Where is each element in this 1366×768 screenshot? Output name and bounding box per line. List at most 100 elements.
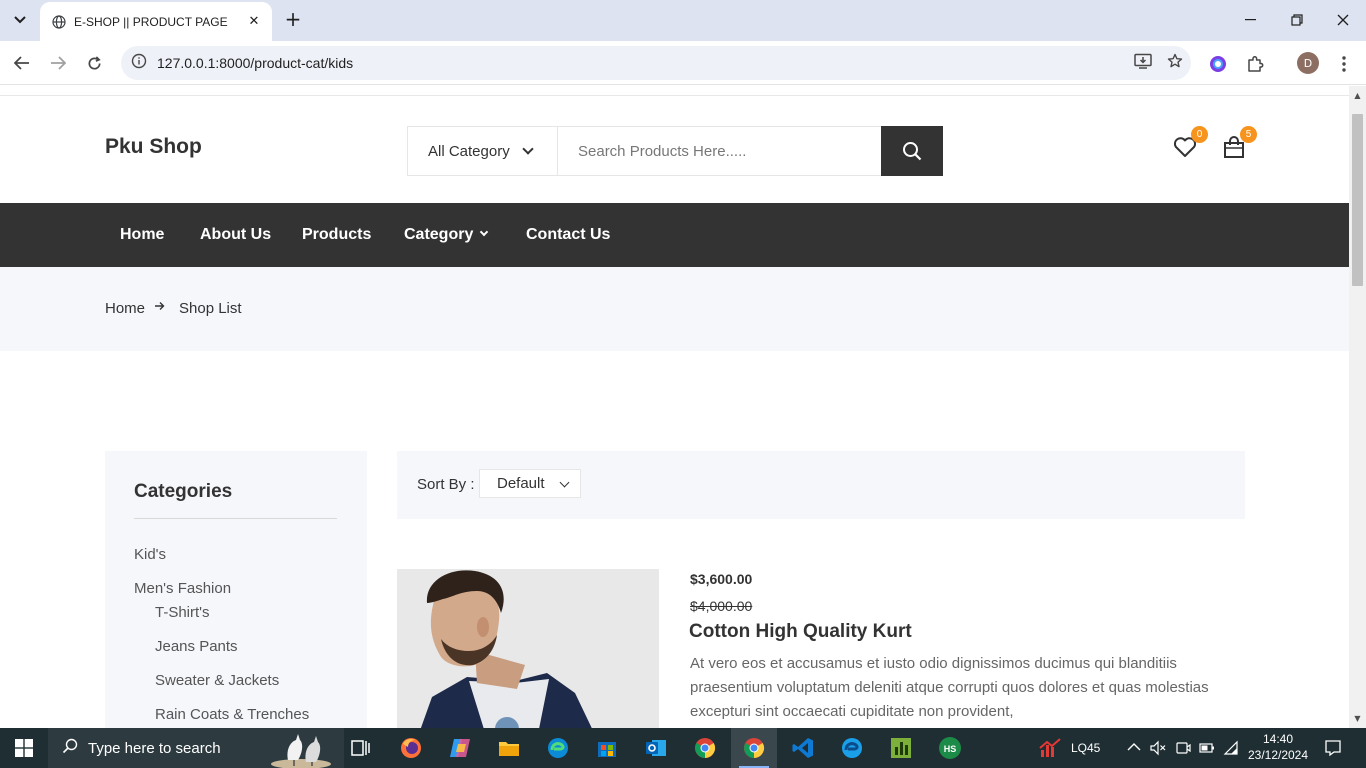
start-button[interactable] bbox=[0, 728, 48, 768]
wifi-icon[interactable] bbox=[1223, 740, 1239, 756]
reload-button[interactable] bbox=[82, 51, 106, 75]
tab-title: E-SHOP || PRODUCT PAGE bbox=[74, 14, 228, 29]
product-name[interactable]: Cotton High Quality Kurt bbox=[689, 621, 912, 643]
close-tab-icon[interactable]: ✕ bbox=[246, 14, 262, 29]
nav-about-label: About Us bbox=[200, 226, 272, 243]
sidebar-item-mens-fashion[interactable]: Men's Fashion bbox=[134, 580, 231, 597]
outlook-icon[interactable] bbox=[644, 736, 668, 760]
top-divider bbox=[0, 95, 1349, 96]
cart-button[interactable]: 5 bbox=[1221, 126, 1257, 162]
battery-icon[interactable] bbox=[1199, 741, 1215, 755]
browser-toolbar: 127.0.0.1:8000/product-cat/kids bbox=[0, 41, 1366, 85]
category-select[interactable]: All Category bbox=[408, 127, 558, 175]
file-explorer-icon[interactable] bbox=[497, 736, 521, 760]
sidebar-divider bbox=[134, 518, 337, 519]
browser-tab-active[interactable]: E-SHOP || PRODUCT PAGE ✕ bbox=[40, 2, 272, 41]
site-logo[interactable]: Pku Shop bbox=[105, 135, 202, 159]
product-image[interactable] bbox=[397, 569, 659, 728]
reload-icon bbox=[88, 55, 101, 69]
page-viewport: Pku Shop All Category 0 5 Home About Us … bbox=[0, 86, 1349, 728]
copilot-icon[interactable] bbox=[448, 736, 472, 760]
color-extension-icon[interactable] bbox=[1207, 53, 1229, 75]
product-description: At vero eos et accusamus et iusto odio d… bbox=[690, 655, 1209, 720]
edge-icon[interactable] bbox=[546, 736, 570, 760]
hs-app-icon[interactable]: HS bbox=[938, 736, 962, 760]
sidebar-item-tshirts[interactable]: T-Shirt's bbox=[155, 604, 210, 621]
chrome-profile-icon bbox=[744, 738, 765, 759]
back-button[interactable] bbox=[10, 51, 34, 75]
scroll-up-icon[interactable]: ▲ bbox=[1353, 91, 1362, 100]
nav-contact-us[interactable]: Contact Us bbox=[526, 203, 610, 267]
chevron-up-icon[interactable] bbox=[1127, 742, 1141, 752]
site-info-icon[interactable] bbox=[123, 53, 155, 73]
nav-products-label: Products bbox=[302, 226, 372, 243]
scrollbar-thumb[interactable] bbox=[1352, 114, 1363, 286]
stock-ticker-label[interactable]: LQ45 bbox=[1071, 728, 1100, 768]
sidebar-item-sweater-jackets[interactable]: Sweater & Jackets bbox=[155, 672, 279, 689]
forward-button[interactable] bbox=[46, 51, 70, 75]
category-select-value: All Category bbox=[428, 142, 510, 160]
nav-home-label: Home bbox=[120, 226, 165, 243]
firefox-icon[interactable] bbox=[399, 736, 423, 760]
microsoft-store-icon[interactable] bbox=[595, 736, 619, 760]
clock-date: 23/12/2024 bbox=[1247, 748, 1309, 762]
volume-muted-icon[interactable] bbox=[1150, 740, 1166, 756]
vscode-icon[interactable] bbox=[791, 736, 815, 760]
minimize-button[interactable] bbox=[1228, 0, 1274, 40]
taskbar-search-placeholder: Type here to search bbox=[88, 739, 221, 757]
chevron-down-icon bbox=[522, 143, 534, 155]
more-menu-icon[interactable] bbox=[1333, 53, 1355, 75]
chrome-profile-active-slot[interactable] bbox=[731, 728, 777, 768]
tab-search-button[interactable] bbox=[8, 8, 32, 32]
svg-text:HS: HS bbox=[944, 744, 957, 754]
wishlist-button[interactable]: 0 bbox=[1172, 126, 1208, 162]
nav-category[interactable]: Category bbox=[404, 203, 489, 267]
profile-avatar[interactable]: D bbox=[1297, 52, 1319, 74]
breadcrumb-current: Shop List bbox=[179, 300, 242, 317]
nav-home[interactable]: Home bbox=[120, 203, 164, 267]
address-bar[interactable]: 127.0.0.1:8000/product-cat/kids bbox=[121, 46, 1191, 80]
notification-center-icon[interactable] bbox=[1324, 739, 1342, 757]
system-clock[interactable]: 14:40 23/12/2024 bbox=[1246, 731, 1310, 763]
meet-now-icon[interactable] bbox=[1175, 740, 1191, 756]
sort-select[interactable]: Default bbox=[479, 469, 581, 498]
search-icon bbox=[62, 738, 78, 758]
sidebar-item-kids[interactable]: Kid's bbox=[134, 546, 166, 563]
chevron-down-icon bbox=[559, 477, 570, 488]
extensions-puzzle-icon[interactable] bbox=[1244, 53, 1266, 75]
task-view-icon[interactable] bbox=[349, 736, 373, 760]
main-nav: Home About Us Products Category Contact … bbox=[0, 203, 1349, 267]
bookmark-star-icon[interactable] bbox=[1159, 53, 1191, 73]
sort-bar: Sort By : Default bbox=[397, 451, 1245, 519]
search-input[interactable] bbox=[558, 127, 882, 175]
cart-count-badge: 5 bbox=[1240, 126, 1257, 143]
close-icon bbox=[1337, 14, 1349, 26]
close-window-button[interactable] bbox=[1320, 0, 1366, 40]
product-old-price: $4,000.00 bbox=[690, 598, 753, 614]
nav-about-us[interactable]: About Us bbox=[200, 203, 271, 267]
search-form: All Category bbox=[407, 126, 943, 176]
sidebar-item-jeans-pants[interactable]: Jeans Pants bbox=[155, 638, 238, 655]
taskbar-search-box[interactable]: Type here to search bbox=[48, 728, 344, 768]
search-button[interactable] bbox=[881, 126, 943, 176]
install-app-icon[interactable] bbox=[1127, 53, 1159, 73]
page-scrollbar[interactable]: ▲ ▼ bbox=[1349, 86, 1366, 728]
scroll-down-icon[interactable]: ▼ bbox=[1353, 714, 1362, 723]
breadcrumb-home[interactable]: Home bbox=[105, 300, 145, 317]
search-icon bbox=[903, 142, 922, 161]
edge-beta-icon[interactable] bbox=[840, 736, 864, 760]
sidebar-item-rain-coats[interactable]: Rain Coats & Trenches bbox=[155, 706, 309, 723]
sort-select-value: Default bbox=[497, 475, 545, 492]
nav-products[interactable]: Products bbox=[302, 203, 371, 267]
stock-chart-icon[interactable] bbox=[1038, 736, 1062, 760]
chrome-icon[interactable] bbox=[693, 736, 717, 760]
windows-taskbar: Type here to search HS LQ45 14:40 23/12/… bbox=[0, 728, 1366, 768]
chart-app-icon[interactable] bbox=[889, 736, 913, 760]
product-photo-man-blazer bbox=[397, 569, 659, 728]
globe-icon bbox=[52, 14, 66, 29]
restore-button[interactable] bbox=[1274, 0, 1320, 40]
new-tab-button[interactable]: + bbox=[282, 8, 304, 32]
browser-tab-strip: E-SHOP || PRODUCT PAGE ✕ + bbox=[0, 0, 1366, 41]
arrow-right-icon bbox=[154, 300, 165, 314]
sidebar-title: Categories bbox=[134, 481, 233, 502]
